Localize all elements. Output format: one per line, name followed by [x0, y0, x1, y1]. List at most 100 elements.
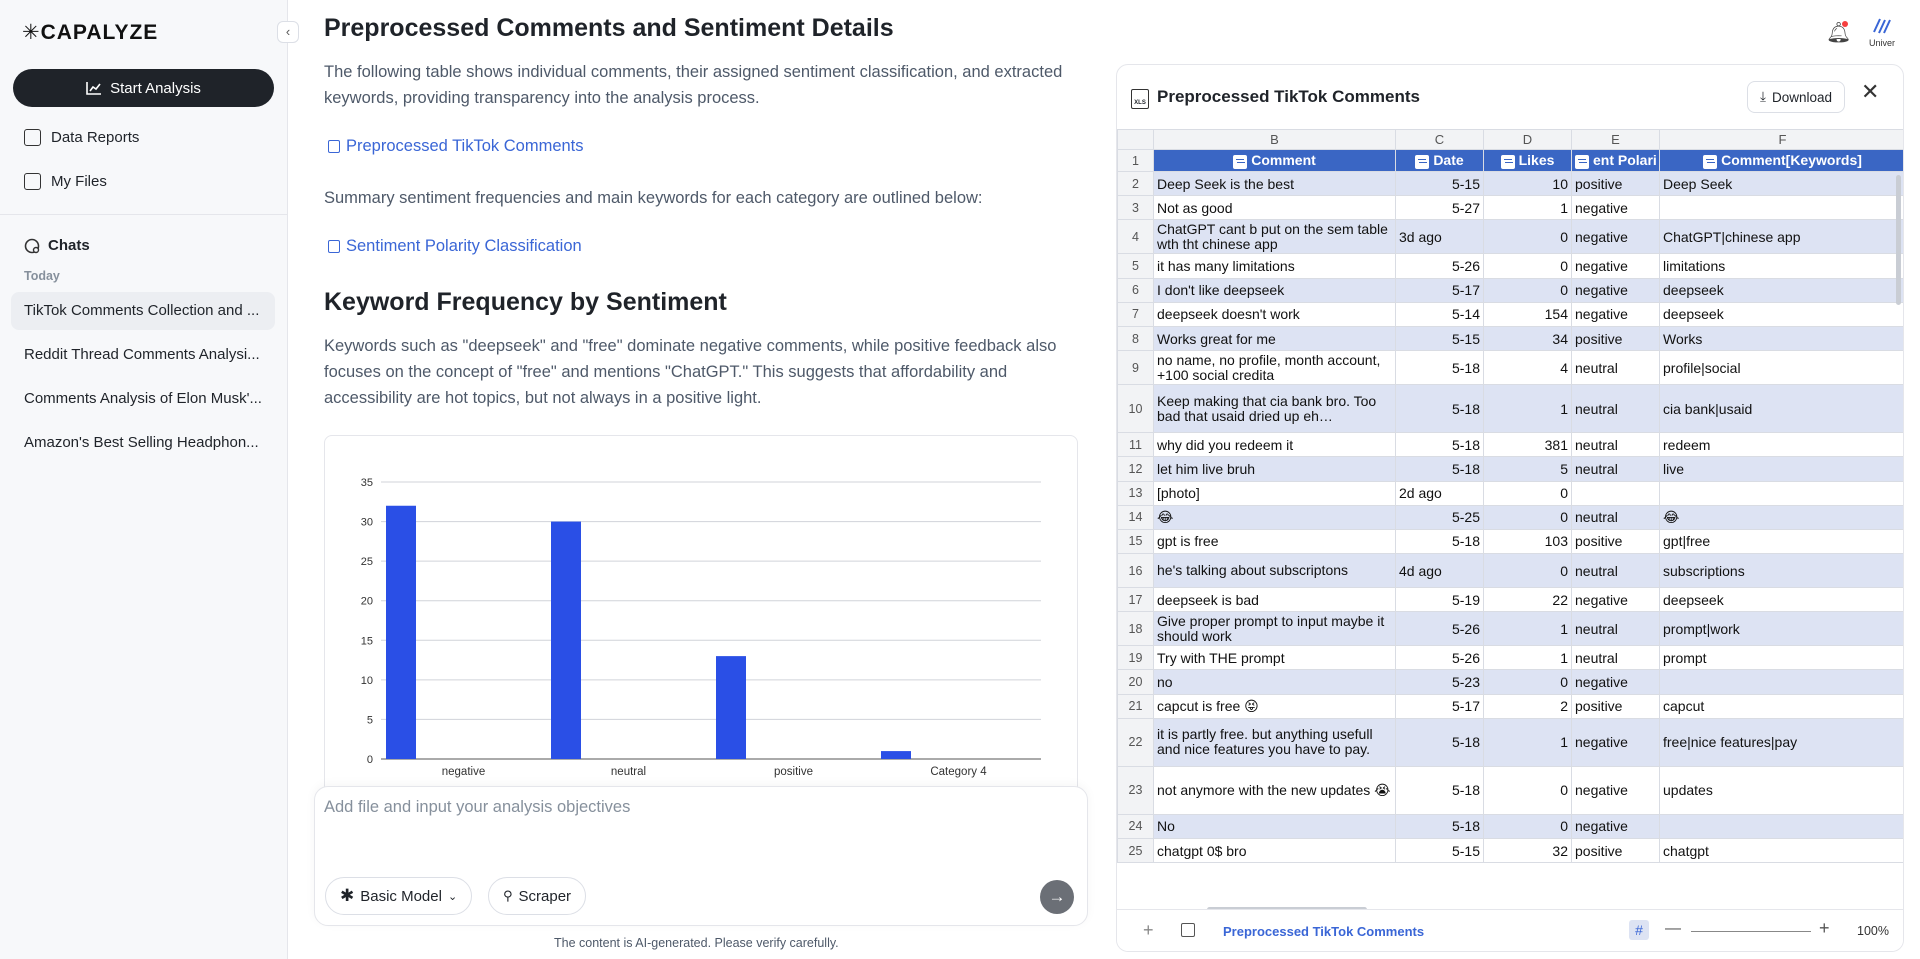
likes-cell[interactable]: 10 [1483, 170, 1572, 197]
bar[interactable] [386, 505, 416, 759]
date-cell[interactable]: 5-18 [1395, 432, 1484, 458]
chat-item[interactable]: Amazon's Best Selling Headphon... [11, 424, 275, 462]
collapse-sidebar-button[interactable]: ‹ [277, 21, 299, 43]
polarity-cell[interactable]: neutral [1571, 456, 1660, 482]
date-cell[interactable]: 5-23 [1395, 669, 1484, 695]
comment-cell[interactable]: why did you redeem it [1153, 432, 1396, 458]
date-cell[interactable]: 5-26 [1395, 645, 1484, 671]
likes-cell[interactable]: 1 [1483, 384, 1572, 434]
comment-cell[interactable]: I don't like deepseek [1153, 277, 1396, 303]
likes-cell[interactable]: 0 [1483, 219, 1572, 255]
keywords-cell[interactable]: gpt|free [1659, 528, 1903, 555]
column-letter[interactable]: C [1395, 129, 1484, 150]
row-number[interactable]: 22 [1117, 717, 1154, 767]
send-button[interactable]: → [1040, 880, 1074, 914]
likes-cell[interactable]: 32 [1483, 837, 1572, 864]
keywords-cell[interactable]: updates [1659, 765, 1903, 815]
keywords-cell[interactable]: live [1659, 456, 1903, 482]
column-header[interactable]: ent Polari [1571, 149, 1660, 172]
keywords-cell[interactable]: Works [1659, 325, 1903, 352]
likes-cell[interactable]: 103 [1483, 528, 1572, 555]
date-cell[interactable]: 2d ago [1395, 480, 1484, 506]
date-cell[interactable]: 5-18 [1395, 717, 1484, 767]
analysis-input[interactable]: Add file and input your analysis objecti… [324, 798, 630, 817]
comment-cell[interactable]: 😂 [1153, 504, 1396, 530]
likes-cell[interactable]: 0 [1483, 813, 1572, 840]
likes-cell[interactable]: 34 [1483, 325, 1572, 352]
scraper-button[interactable]: ⚲ Scraper [488, 877, 587, 915]
keywords-cell[interactable]: free|nice features|pay [1659, 717, 1903, 767]
gridlines-icon[interactable]: # [1629, 920, 1649, 940]
model-select-button[interactable]: ✱ Basic Model ⌄ [325, 877, 473, 915]
keywords-cell[interactable] [1659, 669, 1903, 695]
keywords-cell[interactable]: deepseek [1659, 277, 1903, 303]
polarity-cell[interactable]: neutral [1571, 611, 1660, 647]
date-cell[interactable]: 5-18 [1395, 813, 1484, 840]
keywords-cell[interactable]: profile|social [1659, 350, 1903, 386]
likes-cell[interactable]: 0 [1483, 553, 1572, 589]
row-number[interactable]: 1 [1117, 149, 1154, 172]
bar[interactable] [551, 521, 581, 759]
column-letter[interactable]: D [1483, 129, 1572, 150]
polarity-cell[interactable]: neutral [1571, 504, 1660, 530]
likes-cell[interactable]: 0 [1483, 504, 1572, 530]
vertical-scrollbar[interactable] [1896, 175, 1901, 305]
polarity-cell[interactable]: positive [1571, 693, 1660, 719]
row-number[interactable]: 6 [1117, 277, 1154, 303]
row-number[interactable]: 11 [1117, 432, 1154, 458]
polarity-cell[interactable]: negative [1571, 717, 1660, 767]
comment-cell[interactable]: gpt is free [1153, 528, 1396, 555]
row-number[interactable]: 23 [1117, 765, 1154, 815]
filter-icon[interactable] [1575, 154, 1589, 169]
polarity-cell[interactable]: negative [1571, 765, 1660, 815]
keywords-cell[interactable]: cia bank|usaid [1659, 384, 1903, 434]
zoom-in-icon[interactable]: + [1819, 918, 1830, 939]
keywords-cell[interactable]: prompt|work [1659, 611, 1903, 647]
keywords-cell[interactable]: capcut [1659, 693, 1903, 719]
polarity-cell[interactable]: positive [1571, 528, 1660, 555]
polarity-cell[interactable]: negative [1571, 813, 1660, 840]
keywords-cell[interactable]: 😂 [1659, 504, 1903, 530]
date-cell[interactable]: 5-19 [1395, 587, 1484, 613]
keywords-cell[interactable]: chatgpt [1659, 837, 1903, 864]
filter-icon[interactable] [1415, 154, 1430, 169]
likes-cell[interactable]: 1 [1483, 611, 1572, 647]
filter-icon[interactable] [1703, 154, 1718, 169]
nav-data-reports[interactable]: Data Reports [24, 129, 139, 146]
comment-cell[interactable]: Deep Seek is the best [1153, 170, 1396, 197]
row-number[interactable]: 7 [1117, 301, 1154, 327]
likes-cell[interactable]: 5 [1483, 456, 1572, 482]
column-letter[interactable]: B [1153, 129, 1396, 150]
keywords-cell[interactable]: prompt [1659, 645, 1903, 671]
comment-cell[interactable]: Try with THE prompt [1153, 645, 1396, 671]
polarity-cell[interactable] [1571, 480, 1660, 506]
chat-item[interactable]: Comments Analysis of Elon Musk'... [11, 380, 275, 418]
comment-cell[interactable]: capcut is free 😝 [1153, 693, 1396, 719]
row-number[interactable]: 25 [1117, 837, 1154, 864]
date-cell[interactable]: 5-14 [1395, 301, 1484, 327]
column-letter[interactable]: E [1571, 129, 1660, 150]
row-number[interactable]: 18 [1117, 611, 1154, 647]
date-cell[interactable]: 5-26 [1395, 253, 1484, 279]
polarity-cell[interactable]: neutral [1571, 432, 1660, 458]
keywords-cell[interactable]: Deep Seek [1659, 170, 1903, 197]
polarity-cell[interactable]: positive [1571, 325, 1660, 352]
likes-cell[interactable]: 1 [1483, 717, 1572, 767]
polarity-cell[interactable]: neutral [1571, 553, 1660, 589]
sheet-list-icon[interactable] [1181, 923, 1195, 937]
polarity-cell[interactable]: negative [1571, 253, 1660, 279]
sentiment-polarity-link[interactable]: Sentiment Polarity Classification [328, 237, 582, 256]
comment-cell[interactable]: not anymore with the new updates 😭 [1153, 765, 1396, 815]
nav-my-files[interactable]: My Files [24, 173, 107, 190]
row-number[interactable]: 3 [1117, 195, 1154, 221]
date-cell[interactable]: 4d ago [1395, 553, 1484, 589]
polarity-cell[interactable]: negative [1571, 669, 1660, 695]
date-cell[interactable]: 5-15 [1395, 325, 1484, 352]
date-cell[interactable]: 5-18 [1395, 456, 1484, 482]
date-cell[interactable]: 5-15 [1395, 837, 1484, 864]
row-number[interactable]: 2 [1117, 170, 1154, 197]
keywords-cell[interactable]: subscriptions [1659, 553, 1903, 589]
row-number[interactable]: 5 [1117, 253, 1154, 279]
comment-cell[interactable]: no [1153, 669, 1396, 695]
likes-cell[interactable]: 1 [1483, 195, 1572, 221]
